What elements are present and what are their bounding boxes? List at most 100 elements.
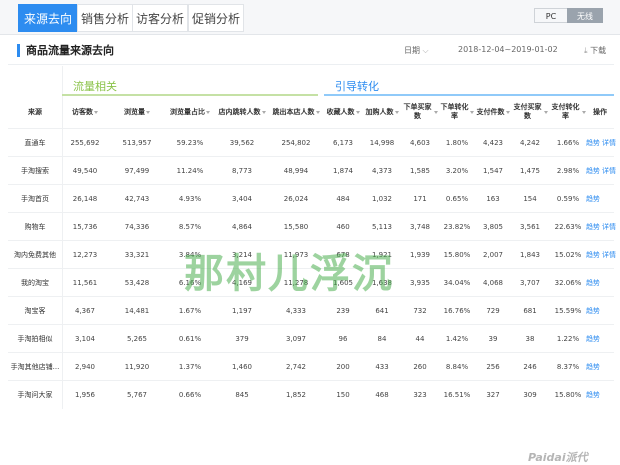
header-label: 店内跳转人数 <box>218 107 261 116</box>
sort-icon[interactable] <box>146 110 150 114</box>
header-label: 支付转化率 <box>551 103 580 120</box>
header-label: 下单买家数 <box>403 103 432 120</box>
value-cell-order-buyers: 44 <box>415 335 425 343</box>
header-paid-buyers[interactable]: 支付买家数 <box>512 96 548 128</box>
header-label: 浏览量占比 <box>170 107 205 116</box>
value-cell-exits: 26,024 <box>283 195 309 203</box>
table-row: 购物车 15,736 74,336 8.57% 4,864 15,580 460 5,113 3… <box>8 212 616 241</box>
value-cell-in-store-jumps: 379 <box>235 335 249 343</box>
download-button[interactable]: ⤓ 下载 <box>584 45 606 56</box>
tab-visitor-analysis[interactable]: 访客分析 <box>132 4 188 32</box>
value-cell-paid-items: 4,423 <box>482 139 504 147</box>
sort-icon[interactable] <box>434 110 438 114</box>
header-pv-share[interactable]: 浏览量占比 <box>166 96 214 128</box>
value-cell-page-views: 97,499 <box>124 167 150 175</box>
sort-icon[interactable] <box>470 110 474 114</box>
section-title: 商品流量来源去向 <box>26 44 114 57</box>
detail-link[interactable]: 详情 <box>602 223 616 231</box>
header-page-views[interactable]: 浏览量 <box>112 96 162 128</box>
value-cell-visitors: 49,540 <box>72 167 98 175</box>
sort-icon[interactable] <box>544 110 548 114</box>
trend-link[interactable]: 趋势 <box>586 195 600 203</box>
actions-cell: 趋势 详情 <box>586 129 620 157</box>
watermark-text: 那村儿浮沉 <box>184 251 394 297</box>
sort-icon[interactable] <box>315 110 320 114</box>
value-cell-favorites: 96 <box>338 335 348 343</box>
header-exits[interactable]: 跳出本店人数 <box>270 96 322 128</box>
header-label: 支付买家数 <box>513 103 542 120</box>
value-cell-in-store-jumps: 39,562 <box>229 139 255 147</box>
value-cell-visitors: 3,104 <box>74 335 96 343</box>
device-wireless-toggle[interactable]: 无线 <box>567 8 603 23</box>
sort-icon[interactable] <box>94 110 98 114</box>
value-cell-page-views: 42,743 <box>124 195 150 203</box>
trend-link[interactable]: 趋势 <box>586 363 600 371</box>
actions-cell: 趋势 <box>586 353 620 381</box>
trend-link[interactable]: 趋势 <box>586 139 600 147</box>
value-cell-favorites: 1,874 <box>332 167 354 175</box>
value-cell-in-store-jumps: 1,460 <box>231 363 253 371</box>
header-order-buyers[interactable]: 下单买家数 <box>402 96 438 128</box>
detail-link[interactable]: 详情 <box>602 139 616 147</box>
sort-icon[interactable] <box>505 110 510 114</box>
value-cell-page-views: 11,920 <box>124 363 150 371</box>
value-cell-exits: 4,333 <box>285 307 307 315</box>
sort-icon[interactable] <box>261 110 266 114</box>
tab-promotion-analysis[interactable]: 促销分析 <box>188 4 244 32</box>
section-header: 商品流量来源去向 日期 ⌵ 2018-12-04~2019-01-02 ⤓ 下载 <box>8 38 614 65</box>
value-cell-paid-items: 327 <box>486 391 500 399</box>
sort-icon[interactable] <box>394 110 399 114</box>
device-pc-toggle[interactable]: PC <box>534 8 568 23</box>
source-cell: 淘内免费其他 <box>14 251 56 259</box>
trend-link[interactable]: 趋势 <box>586 251 600 259</box>
header-label: 浏览量 <box>124 107 145 116</box>
header-visitors[interactable]: 访客数 <box>66 96 104 128</box>
header-paid-conversion[interactable]: 支付转化率 <box>550 96 586 128</box>
value-cell-paid-conversion: 32.06% <box>554 279 582 287</box>
header-actions: 操作 <box>586 96 614 128</box>
value-cell-paid-buyers: 38 <box>525 335 535 343</box>
header-order-conversion[interactable]: 下单转化率 <box>440 96 474 128</box>
detail-link[interactable]: 详情 <box>602 167 616 175</box>
trend-link[interactable]: 趋势 <box>586 335 600 343</box>
value-cell-order-conversion: 3.20% <box>445 167 469 175</box>
actions-cell: 趋势 详情 <box>586 241 620 269</box>
tab-sales-analysis[interactable]: 销售分析 <box>77 4 133 32</box>
source-cell: 手淘问大家 <box>17 391 53 399</box>
tab-source-destination[interactable]: 来源去向 <box>18 4 78 32</box>
value-cell-paid-conversion: 1.22% <box>556 335 580 343</box>
header-source: 来源 <box>8 96 62 128</box>
trend-link[interactable]: 趋势 <box>586 279 600 287</box>
value-cell-paid-items: 256 <box>486 363 500 371</box>
trend-link[interactable]: 趋势 <box>586 223 600 231</box>
trend-link[interactable]: 趋势 <box>586 307 600 315</box>
trend-link[interactable]: 趋势 <box>586 391 600 399</box>
value-cell-paid-buyers: 3,561 <box>519 223 541 231</box>
table-row: 手淘搜索 49,540 97,499 11.24% 8,773 48,994 1,874 4,… <box>8 156 616 185</box>
header-favorites[interactable]: 收藏人数 <box>324 96 362 128</box>
value-cell-order-buyers: 260 <box>413 363 427 371</box>
value-cell-add-to-cart: 1,032 <box>371 195 393 203</box>
value-cell-order-conversion: 34.04% <box>443 279 471 287</box>
value-cell-page-views: 33,321 <box>124 251 150 259</box>
value-cell-pv-share: 11.24% <box>176 167 204 175</box>
source-cell: 购物车 <box>24 223 46 231</box>
value-cell-pv-share: 0.61% <box>178 335 202 343</box>
date-range[interactable]: 2018-12-04~2019-01-02 <box>458 45 558 54</box>
source-cell: 我的淘宝 <box>21 279 49 287</box>
value-cell-paid-buyers: 1,843 <box>519 251 541 259</box>
header-in-store-jumps[interactable]: 店内跳转人数 <box>216 96 268 128</box>
detail-link[interactable]: 详情 <box>602 251 616 259</box>
value-cell-paid-items: 3,805 <box>482 223 504 231</box>
value-cell-favorites: 484 <box>336 195 350 203</box>
trend-link[interactable]: 趋势 <box>586 167 600 175</box>
download-icon: ⤓ <box>584 46 588 55</box>
value-cell-order-buyers: 4,603 <box>409 139 431 147</box>
sort-icon[interactable] <box>206 110 210 114</box>
value-cell-paid-conversion: 8.37% <box>556 363 580 371</box>
value-cell-visitors: 12,273 <box>72 251 98 259</box>
period-selector[interactable]: 日期 ⌵ <box>404 45 429 56</box>
header-paid-items[interactable]: 支付件数 <box>476 96 510 128</box>
sort-icon[interactable] <box>355 110 360 114</box>
header-add-to-cart[interactable]: 加购人数 <box>364 96 400 128</box>
